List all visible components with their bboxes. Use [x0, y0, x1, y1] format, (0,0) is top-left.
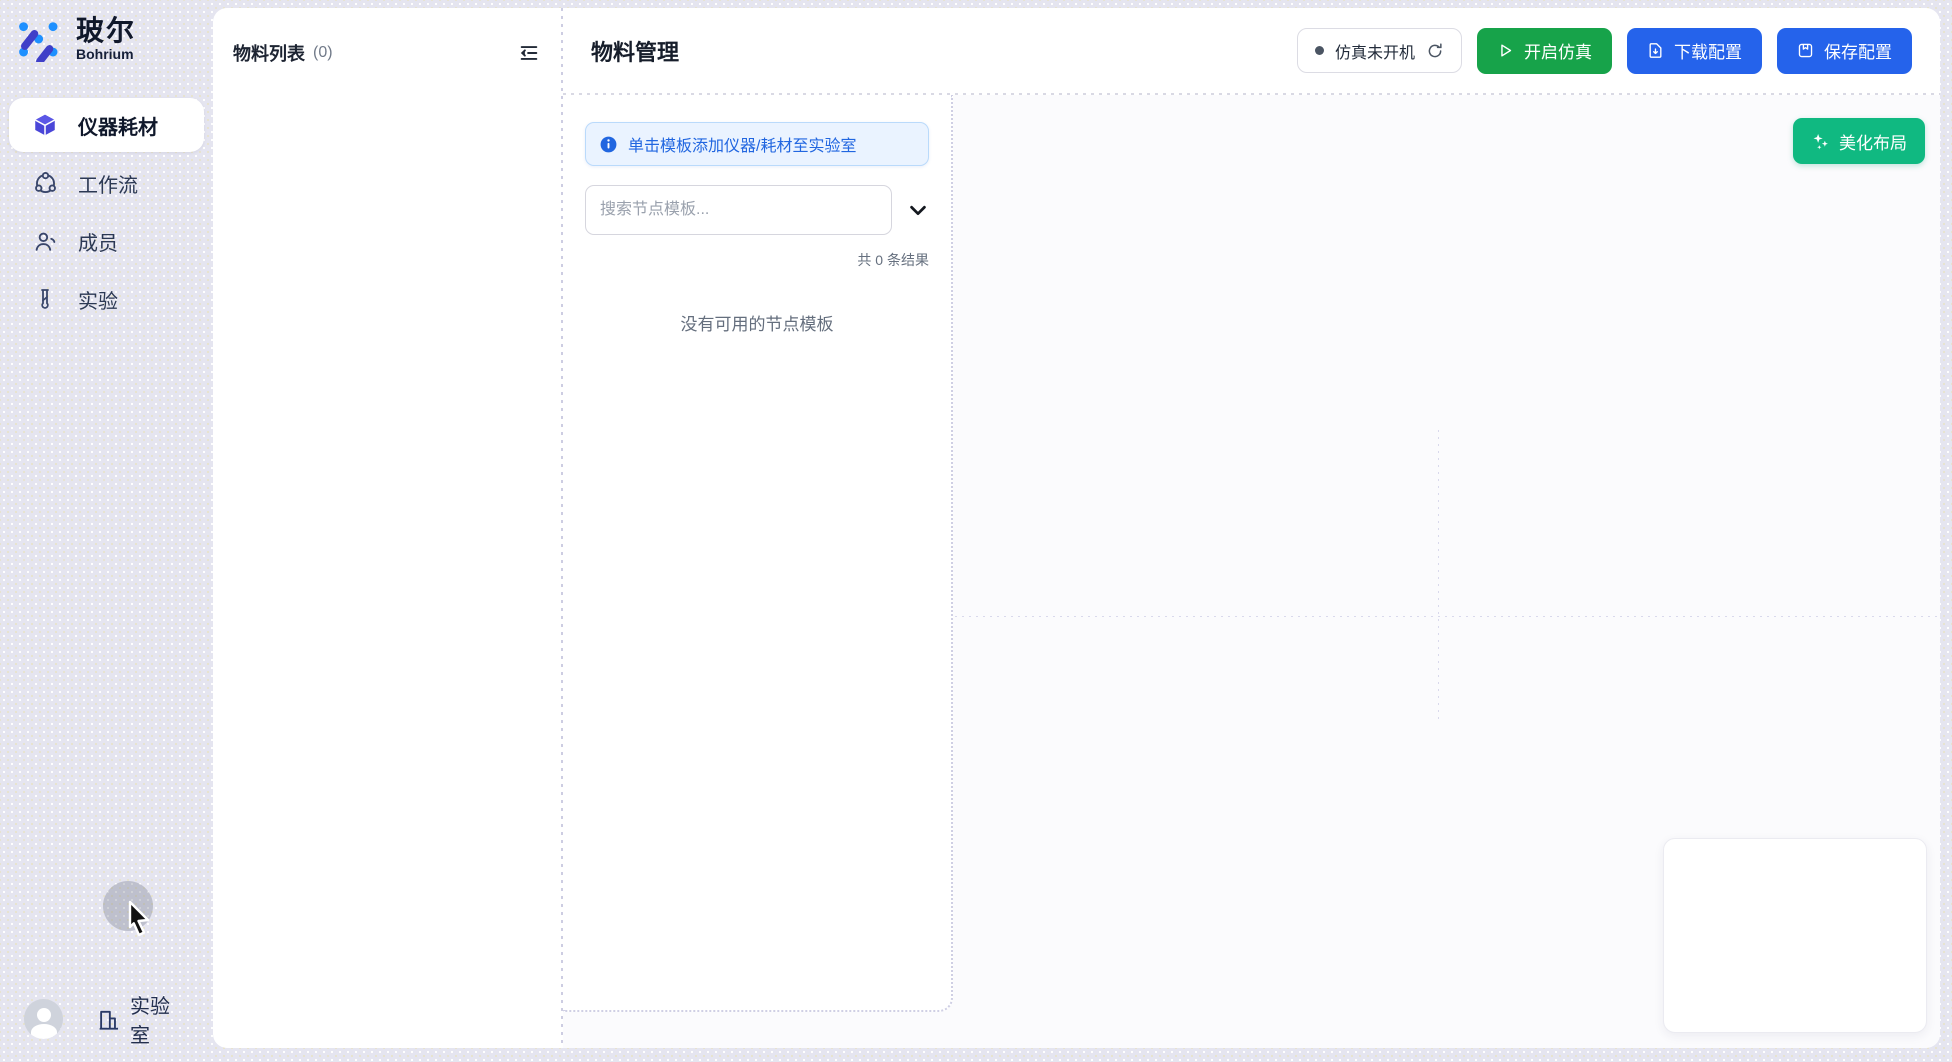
experiment-icon [32, 286, 58, 312]
simulation-status-pill: 仿真未开机 [1297, 28, 1462, 73]
sidebar-item-label: 实验 [78, 285, 118, 314]
search-result-count: 共 0 条结果 [585, 250, 929, 270]
brand-name-en: Bohrium [76, 46, 136, 62]
empty-templates-message: 没有可用的节点模板 [585, 310, 929, 335]
workflow-icon [32, 170, 58, 196]
canvas-guide-horizontal [955, 616, 1940, 617]
sidebar-item-workflow[interactable]: 工作流 [9, 156, 204, 210]
file-download-icon [1647, 42, 1664, 59]
content-shell: 物料列表 (0) 物料管理 [213, 8, 1940, 1048]
main-header: 物料管理 仿真未开机 [563, 8, 1940, 93]
cube-icon [32, 112, 58, 138]
lab-switcher[interactable]: 实验室 [96, 990, 189, 1048]
refresh-status-button[interactable] [1426, 42, 1444, 60]
building-icon [96, 1007, 121, 1032]
sidebar-footer: 实验室 [0, 990, 213, 1048]
start-simulation-button[interactable]: 开启仿真 [1477, 28, 1612, 74]
download-config-button[interactable]: 下载配置 [1627, 28, 1762, 74]
main-column: 物料管理 仿真未开机 [563, 8, 1940, 1048]
minimap[interactable] [1663, 838, 1927, 1033]
sidebar-item-label: 工作流 [78, 169, 138, 198]
sidebar-item-label: 仪器耗材 [78, 111, 158, 140]
brand-logo: 玻尔 Bohrium [0, 0, 213, 62]
beautify-layout-button[interactable]: 美化布局 [1793, 118, 1925, 164]
lab-canvas[interactable]: 单击模板添加仪器/耗材至实验室 共 0 条结果 没有可用的节点模板 [563, 95, 1940, 1048]
refresh-icon [1426, 42, 1444, 60]
mouse-cursor-icon [124, 899, 156, 939]
search-input[interactable] [585, 185, 892, 235]
save-config-button[interactable]: 保存配置 [1777, 28, 1912, 74]
template-search-row [585, 185, 929, 235]
bohrium-logo-icon [16, 16, 64, 62]
lab-label: 实验室 [130, 990, 189, 1048]
user-avatar[interactable] [24, 999, 63, 1039]
sidebar-nav: 仪器耗材 工作流 [0, 98, 213, 326]
play-icon [1497, 42, 1514, 59]
materials-panel: 物料列表 (0) [213, 8, 561, 1048]
members-icon [32, 228, 58, 254]
collapse-panel-button[interactable] [517, 41, 541, 65]
canvas-guide-vertical [1438, 430, 1439, 723]
materials-header: 物料列表 (0) [233, 40, 541, 66]
sidebar-item-experiment[interactable]: 实验 [9, 272, 204, 326]
materials-title: 物料列表 [233, 40, 305, 66]
info-icon [599, 135, 618, 154]
chevron-down-icon [907, 199, 929, 221]
template-hint-text: 单击模板添加仪器/耗材至实验室 [628, 132, 856, 156]
sidebar-item-members[interactable]: 成员 [9, 214, 204, 268]
app-root: 玻尔 Bohrium 仪器耗材 [0, 0, 1952, 1062]
status-dot-icon [1315, 46, 1324, 55]
expand-templates-button[interactable] [907, 199, 929, 221]
page-title: 物料管理 [591, 35, 679, 67]
save-bookmark-icon [1797, 42, 1814, 59]
sparkles-icon [1811, 132, 1830, 151]
materials-count: (0) [313, 44, 333, 62]
sidebar-item-instruments[interactable]: 仪器耗材 [9, 98, 204, 152]
template-hint-banner: 单击模板添加仪器/耗材至实验室 [585, 122, 929, 166]
sidebar-item-label: 成员 [78, 227, 118, 256]
brand-name-zh: 玻尔 [76, 16, 136, 45]
simulation-status-text: 仿真未开机 [1335, 39, 1415, 63]
header-actions: 仿真未开机 开启仿真 [1297, 28, 1912, 74]
template-panel: 单击模板添加仪器/耗材至实验室 共 0 条结果 没有可用的节点模板 [563, 95, 953, 1012]
brand-text: 玻尔 Bohrium [76, 16, 136, 62]
menu-fold-icon [518, 42, 540, 64]
